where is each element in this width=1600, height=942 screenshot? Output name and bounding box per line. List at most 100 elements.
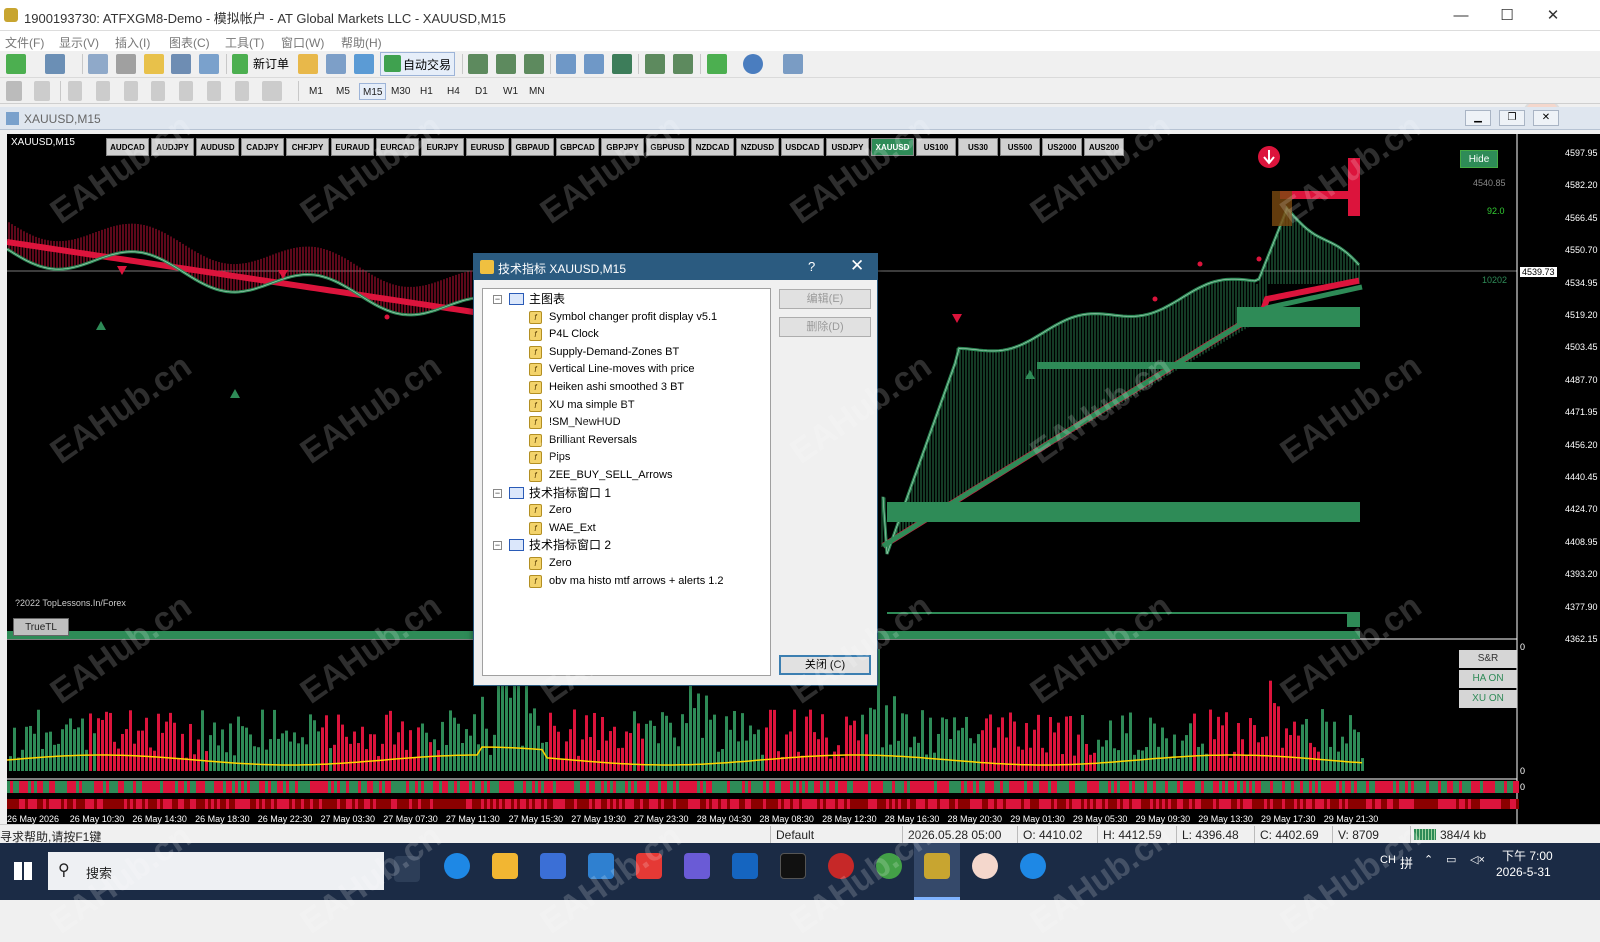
indicator-tree[interactable]: − 主图表 f Symbol changer profit display v5.1 f…	[482, 288, 771, 676]
tile-windows-icon[interactable]	[612, 54, 632, 74]
symbol-button-us100[interactable]: US100	[916, 138, 956, 156]
menu-charts[interactable]: 图表(C)	[169, 34, 210, 51]
symbol-button-audusd[interactable]: AUDUSD	[196, 138, 239, 156]
symbol-button-xauusd[interactable]: XAUUSD	[871, 138, 914, 156]
app-icon-2[interactable]	[732, 853, 758, 879]
delete-button[interactable]: 删除(D)	[779, 317, 871, 337]
mail-icon[interactable]	[588, 853, 614, 879]
symbol-button-usdcad[interactable]: USDCAD	[781, 138, 824, 156]
timeframe-m1[interactable]: M1	[306, 83, 326, 100]
menu-view[interactable]: 显示(V)	[59, 34, 99, 51]
ime-indicator[interactable]: 拼	[1400, 853, 1413, 872]
symbol-button-us30[interactable]: US30	[958, 138, 998, 156]
symbol-button-nzdusd[interactable]: NZDUSD	[736, 138, 779, 156]
cursor-icon[interactable]	[6, 81, 22, 101]
ha-on-button[interactable]: HA ON	[1459, 670, 1517, 688]
text-icon[interactable]	[207, 81, 221, 101]
chevron-up-icon[interactable]: ⌃	[1424, 853, 1433, 866]
crosshair-icon[interactable]	[34, 81, 50, 101]
maximize-button[interactable]: ☐	[1484, 0, 1530, 31]
symbol-button-gbpjpy[interactable]: GBPJPY	[601, 138, 644, 156]
metatrader-task[interactable]	[914, 843, 960, 900]
line-chart-icon[interactable]	[524, 54, 544, 74]
app-icon-5[interactable]	[1020, 853, 1046, 879]
indicators-icon[interactable]	[707, 54, 727, 74]
trendline-icon[interactable]	[124, 81, 138, 101]
terminal-icon[interactable]	[171, 54, 191, 74]
chart-restore-button[interactable]: ❐	[1499, 110, 1525, 126]
timeframe-m15[interactable]: M15	[359, 83, 387, 100]
symbol-button-eurjpy[interactable]: EURJPY	[421, 138, 464, 156]
timeframe-h4[interactable]: H4	[444, 83, 463, 100]
bar-chart-icon[interactable]	[468, 54, 488, 74]
new-chart-icon[interactable]	[6, 54, 26, 74]
dialog-close-button[interactable]: 关闭 (C)	[779, 655, 871, 675]
arrows-icon[interactable]	[262, 81, 282, 101]
store-icon[interactable]	[540, 853, 566, 879]
dialog-help-button[interactable]: ?	[808, 259, 815, 274]
wps-icon[interactable]	[636, 853, 662, 879]
close-button[interactable]: ✕	[1530, 0, 1576, 31]
menu-window[interactable]: 窗口(W)	[281, 34, 324, 51]
autoscroll-icon[interactable]	[645, 54, 665, 74]
wechat-icon[interactable]	[876, 853, 902, 879]
clock-time[interactable]: 下午 7:00	[1502, 847, 1553, 864]
market-watch-icon[interactable]	[88, 54, 108, 74]
menu-insert[interactable]: 插入(I)	[115, 34, 150, 51]
chart-shift-icon[interactable]	[673, 54, 693, 74]
symbol-button-gbpusd[interactable]: GBPUSD	[646, 138, 689, 156]
chart-close-button[interactable]: ✕	[1533, 110, 1559, 126]
symbol-button-euraud[interactable]: EURAUD	[331, 138, 374, 156]
equidistant-channel-icon[interactable]	[151, 81, 165, 101]
timeframe-h1[interactable]: H1	[417, 83, 436, 100]
symbol-button-nzdcad[interactable]: NZDCAD	[691, 138, 734, 156]
network-icon[interactable]: ▭	[1446, 853, 1456, 866]
chart-minimize-button[interactable]: ▁	[1465, 110, 1491, 126]
dialog-close-icon[interactable]: ✕	[850, 256, 864, 276]
vertical-line-icon[interactable]	[68, 81, 82, 101]
symbol-button-eurusd[interactable]: EURUSD	[466, 138, 509, 156]
volume-icon[interactable]: ◁×	[1470, 853, 1485, 866]
text-label-icon[interactable]	[235, 81, 249, 101]
language-indicator[interactable]: CH	[1380, 854, 1396, 866]
periods-icon[interactable]	[743, 54, 763, 74]
collapse-icon[interactable]: −	[493, 295, 502, 304]
tradingview-icon[interactable]	[780, 853, 806, 879]
timeframe-w1[interactable]: W1	[500, 83, 521, 100]
edge-icon[interactable]	[444, 853, 470, 879]
start-icon[interactable]	[14, 862, 32, 880]
timeframe-mn[interactable]: MN	[526, 83, 548, 100]
minimize-button[interactable]: —	[1438, 0, 1484, 31]
market-icon[interactable]	[354, 54, 374, 74]
symbol-button-gbpaud[interactable]: GBPAUD	[511, 138, 554, 156]
symbol-button-usdjpy[interactable]: USDJPY	[826, 138, 869, 156]
candlestick-icon[interactable]	[496, 54, 516, 74]
collapse-icon[interactable]: −	[493, 541, 502, 551]
fibonacci-icon[interactable]	[179, 81, 193, 101]
symbol-button-us2000[interactable]: US2000	[1042, 138, 1082, 156]
app-icon-4[interactable]	[972, 853, 998, 879]
app-icon-3[interactable]	[828, 853, 854, 879]
data-window-icon[interactable]	[116, 54, 136, 74]
symbol-button-chfjpy[interactable]: CHFJPY	[286, 138, 329, 156]
metaeditor-icon[interactable]	[298, 54, 318, 74]
collapse-icon[interactable]: −	[493, 488, 502, 498]
symbol-button-audjpy[interactable]: AUDJPY	[151, 138, 194, 156]
search-box[interactable]: ⚲ 搜索	[48, 852, 384, 890]
auto-trading-button[interactable]: 自动交易	[380, 52, 455, 76]
truetl-button[interactable]: TrueTL	[13, 618, 69, 636]
signals-icon[interactable]	[326, 54, 346, 74]
timeframe-m5[interactable]: M5	[333, 83, 353, 100]
navigator-icon[interactable]	[144, 54, 164, 74]
symbol-button-cadjpy[interactable]: CADJPY	[241, 138, 284, 156]
symbol-button-eurcad[interactable]: EURCAD	[376, 138, 419, 156]
edit-button[interactable]: 编辑(E)	[779, 289, 871, 309]
profiles-icon[interactable]	[45, 54, 65, 74]
symbol-button-gbpcad[interactable]: GBPCAD	[556, 138, 599, 156]
zoom-out-icon[interactable]	[584, 54, 604, 74]
menu-tools[interactable]: 工具(T)	[225, 34, 264, 51]
menu-help[interactable]: 帮助(H)	[341, 34, 382, 51]
xu-on-button[interactable]: XU ON	[1459, 690, 1517, 708]
new-order-button[interactable]: 新订单	[253, 55, 289, 72]
timeframe-d1[interactable]: D1	[472, 83, 491, 100]
